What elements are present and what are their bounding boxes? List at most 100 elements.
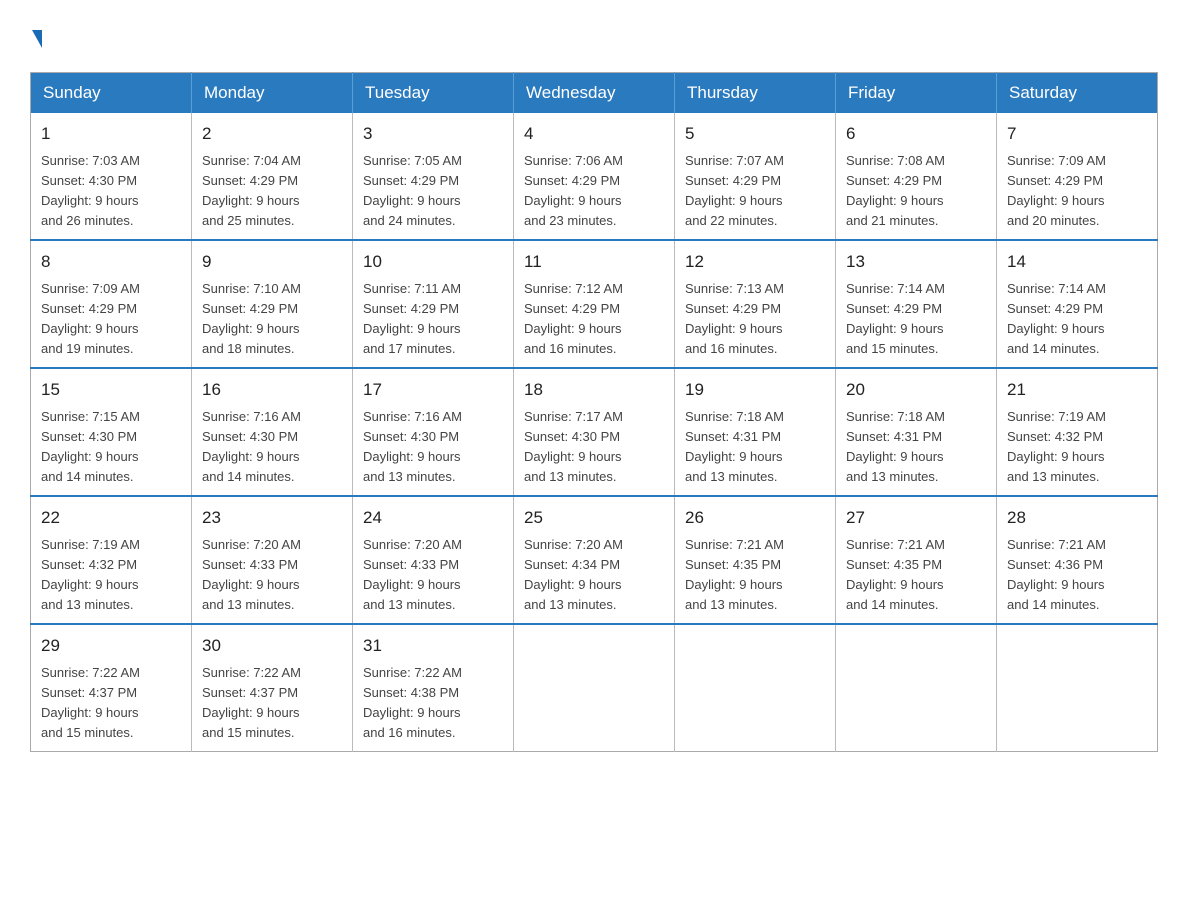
calendar-cell xyxy=(836,624,997,752)
day-info: Sunrise: 7:21 AMSunset: 4:35 PMDaylight:… xyxy=(846,535,986,616)
day-number: 25 xyxy=(524,505,664,531)
calendar-cell: 2 Sunrise: 7:04 AMSunset: 4:29 PMDaylight… xyxy=(192,113,353,240)
day-info: Sunrise: 7:21 AMSunset: 4:35 PMDaylight:… xyxy=(685,535,825,616)
day-info: Sunrise: 7:22 AMSunset: 4:37 PMDaylight:… xyxy=(41,663,181,744)
day-info: Sunrise: 7:19 AMSunset: 4:32 PMDaylight:… xyxy=(41,535,181,616)
day-number: 2 xyxy=(202,121,342,147)
day-number: 21 xyxy=(1007,377,1147,403)
calendar-cell: 22 Sunrise: 7:19 AMSunset: 4:32 PMDayligh… xyxy=(31,496,192,624)
calendar-cell xyxy=(514,624,675,752)
calendar-week-row: 22 Sunrise: 7:19 AMSunset: 4:32 PMDayligh… xyxy=(31,496,1158,624)
calendar-cell: 27 Sunrise: 7:21 AMSunset: 4:35 PMDayligh… xyxy=(836,496,997,624)
day-number: 9 xyxy=(202,249,342,275)
calendar-cell xyxy=(997,624,1158,752)
calendar-cell: 15 Sunrise: 7:15 AMSunset: 4:30 PMDayligh… xyxy=(31,368,192,496)
day-number: 20 xyxy=(846,377,986,403)
calendar-cell: 12 Sunrise: 7:13 AMSunset: 4:29 PMDayligh… xyxy=(675,240,836,368)
weekday-header-saturday: Saturday xyxy=(997,73,1158,114)
calendar-table: SundayMondayTuesdayWednesdayThursdayFrid… xyxy=(30,72,1158,752)
day-info: Sunrise: 7:03 AMSunset: 4:30 PMDaylight:… xyxy=(41,151,181,232)
day-info: Sunrise: 7:10 AMSunset: 4:29 PMDaylight:… xyxy=(202,279,342,360)
calendar-cell: 7 Sunrise: 7:09 AMSunset: 4:29 PMDaylight… xyxy=(997,113,1158,240)
day-info: Sunrise: 7:19 AMSunset: 4:32 PMDaylight:… xyxy=(1007,407,1147,488)
day-number: 19 xyxy=(685,377,825,403)
day-info: Sunrise: 7:20 AMSunset: 4:33 PMDaylight:… xyxy=(202,535,342,616)
day-number: 18 xyxy=(524,377,664,403)
calendar-cell: 17 Sunrise: 7:16 AMSunset: 4:30 PMDayligh… xyxy=(353,368,514,496)
logo xyxy=(30,30,42,48)
calendar-body: 1 Sunrise: 7:03 AMSunset: 4:30 PMDaylight… xyxy=(31,113,1158,752)
day-number: 8 xyxy=(41,249,181,275)
day-number: 22 xyxy=(41,505,181,531)
day-number: 24 xyxy=(363,505,503,531)
calendar-cell: 19Sunrise: 7:18 AMSunset: 4:31 PMDayligh… xyxy=(675,368,836,496)
day-number: 5 xyxy=(685,121,825,147)
day-info: Sunrise: 7:16 AMSunset: 4:30 PMDaylight:… xyxy=(202,407,342,488)
day-info: Sunrise: 7:18 AMSunset: 4:31 PMDaylight:… xyxy=(846,407,986,488)
day-info: Sunrise: 7:20 AMSunset: 4:33 PMDaylight:… xyxy=(363,535,503,616)
calendar-week-row: 29 Sunrise: 7:22 AMSunset: 4:37 PMDayligh… xyxy=(31,624,1158,752)
day-info: Sunrise: 7:09 AMSunset: 4:29 PMDaylight:… xyxy=(1007,151,1147,232)
calendar-cell: 18 Sunrise: 7:17 AMSunset: 4:30 PMDayligh… xyxy=(514,368,675,496)
calendar-cell: 14 Sunrise: 7:14 AMSunset: 4:29 PMDayligh… xyxy=(997,240,1158,368)
day-number: 30 xyxy=(202,633,342,659)
day-number: 6 xyxy=(846,121,986,147)
day-number: 10 xyxy=(363,249,503,275)
day-number: 4 xyxy=(524,121,664,147)
calendar-cell: 1 Sunrise: 7:03 AMSunset: 4:30 PMDaylight… xyxy=(31,113,192,240)
calendar-cell: 24 Sunrise: 7:20 AMSunset: 4:33 PMDayligh… xyxy=(353,496,514,624)
day-info: Sunrise: 7:09 AMSunset: 4:29 PMDaylight:… xyxy=(41,279,181,360)
calendar-cell: 30Sunrise: 7:22 AMSunset: 4:37 PMDayligh… xyxy=(192,624,353,752)
day-info: Sunrise: 7:17 AMSunset: 4:30 PMDaylight:… xyxy=(524,407,664,488)
day-number: 27 xyxy=(846,505,986,531)
day-number: 3 xyxy=(363,121,503,147)
calendar-cell: 13Sunrise: 7:14 AMSunset: 4:29 PMDayligh… xyxy=(836,240,997,368)
calendar-cell: 4Sunrise: 7:06 AMSunset: 4:29 PMDaylight… xyxy=(514,113,675,240)
calendar-cell: 5 Sunrise: 7:07 AMSunset: 4:29 PMDaylight… xyxy=(675,113,836,240)
day-number: 14 xyxy=(1007,249,1147,275)
calendar-week-row: 15 Sunrise: 7:15 AMSunset: 4:30 PMDayligh… xyxy=(31,368,1158,496)
calendar-cell: 23 Sunrise: 7:20 AMSunset: 4:33 PMDayligh… xyxy=(192,496,353,624)
calendar-cell: 21 Sunrise: 7:19 AMSunset: 4:32 PMDayligh… xyxy=(997,368,1158,496)
day-number: 15 xyxy=(41,377,181,403)
day-info: Sunrise: 7:04 AMSunset: 4:29 PMDaylight:… xyxy=(202,151,342,232)
day-number: 26 xyxy=(685,505,825,531)
calendar-cell: 25 Sunrise: 7:20 AMSunset: 4:34 PMDayligh… xyxy=(514,496,675,624)
day-number: 11 xyxy=(524,249,664,275)
weekday-header-thursday: Thursday xyxy=(675,73,836,114)
day-number: 17 xyxy=(363,377,503,403)
day-info: Sunrise: 7:07 AMSunset: 4:29 PMDaylight:… xyxy=(685,151,825,232)
day-info: Sunrise: 7:22 AMSunset: 4:38 PMDaylight:… xyxy=(363,663,503,744)
weekday-header-friday: Friday xyxy=(836,73,997,114)
calendar-cell: 3Sunrise: 7:05 AMSunset: 4:29 PMDaylight… xyxy=(353,113,514,240)
logo-arrow-icon xyxy=(32,30,42,48)
calendar-week-row: 1 Sunrise: 7:03 AMSunset: 4:30 PMDaylight… xyxy=(31,113,1158,240)
day-number: 29 xyxy=(41,633,181,659)
day-info: Sunrise: 7:16 AMSunset: 4:30 PMDaylight:… xyxy=(363,407,503,488)
day-info: Sunrise: 7:15 AMSunset: 4:30 PMDaylight:… xyxy=(41,407,181,488)
calendar-cell: 11Sunrise: 7:12 AMSunset: 4:29 PMDayligh… xyxy=(514,240,675,368)
day-info: Sunrise: 7:14 AMSunset: 4:29 PMDaylight:… xyxy=(1007,279,1147,360)
calendar-cell: 10 Sunrise: 7:11 AMSunset: 4:29 PMDayligh… xyxy=(353,240,514,368)
day-number: 28 xyxy=(1007,505,1147,531)
calendar-cell: 31Sunrise: 7:22 AMSunset: 4:38 PMDayligh… xyxy=(353,624,514,752)
calendar-header: SundayMondayTuesdayWednesdayThursdayFrid… xyxy=(31,73,1158,114)
day-info: Sunrise: 7:20 AMSunset: 4:34 PMDaylight:… xyxy=(524,535,664,616)
day-info: Sunrise: 7:11 AMSunset: 4:29 PMDaylight:… xyxy=(363,279,503,360)
day-number: 7 xyxy=(1007,121,1147,147)
calendar-cell: 28 Sunrise: 7:21 AMSunset: 4:36 PMDayligh… xyxy=(997,496,1158,624)
day-info: Sunrise: 7:21 AMSunset: 4:36 PMDaylight:… xyxy=(1007,535,1147,616)
day-number: 23 xyxy=(202,505,342,531)
calendar-cell: 26 Sunrise: 7:21 AMSunset: 4:35 PMDayligh… xyxy=(675,496,836,624)
day-number: 12 xyxy=(685,249,825,275)
calendar-cell: 6 Sunrise: 7:08 AMSunset: 4:29 PMDaylight… xyxy=(836,113,997,240)
day-info: Sunrise: 7:08 AMSunset: 4:29 PMDaylight:… xyxy=(846,151,986,232)
weekday-header-row: SundayMondayTuesdayWednesdayThursdayFrid… xyxy=(31,73,1158,114)
weekday-header-monday: Monday xyxy=(192,73,353,114)
day-number: 1 xyxy=(41,121,181,147)
day-number: 16 xyxy=(202,377,342,403)
calendar-cell: 16 Sunrise: 7:16 AMSunset: 4:30 PMDayligh… xyxy=(192,368,353,496)
page-header xyxy=(30,30,1158,48)
day-info: Sunrise: 7:13 AMSunset: 4:29 PMDaylight:… xyxy=(685,279,825,360)
weekday-header-tuesday: Tuesday xyxy=(353,73,514,114)
